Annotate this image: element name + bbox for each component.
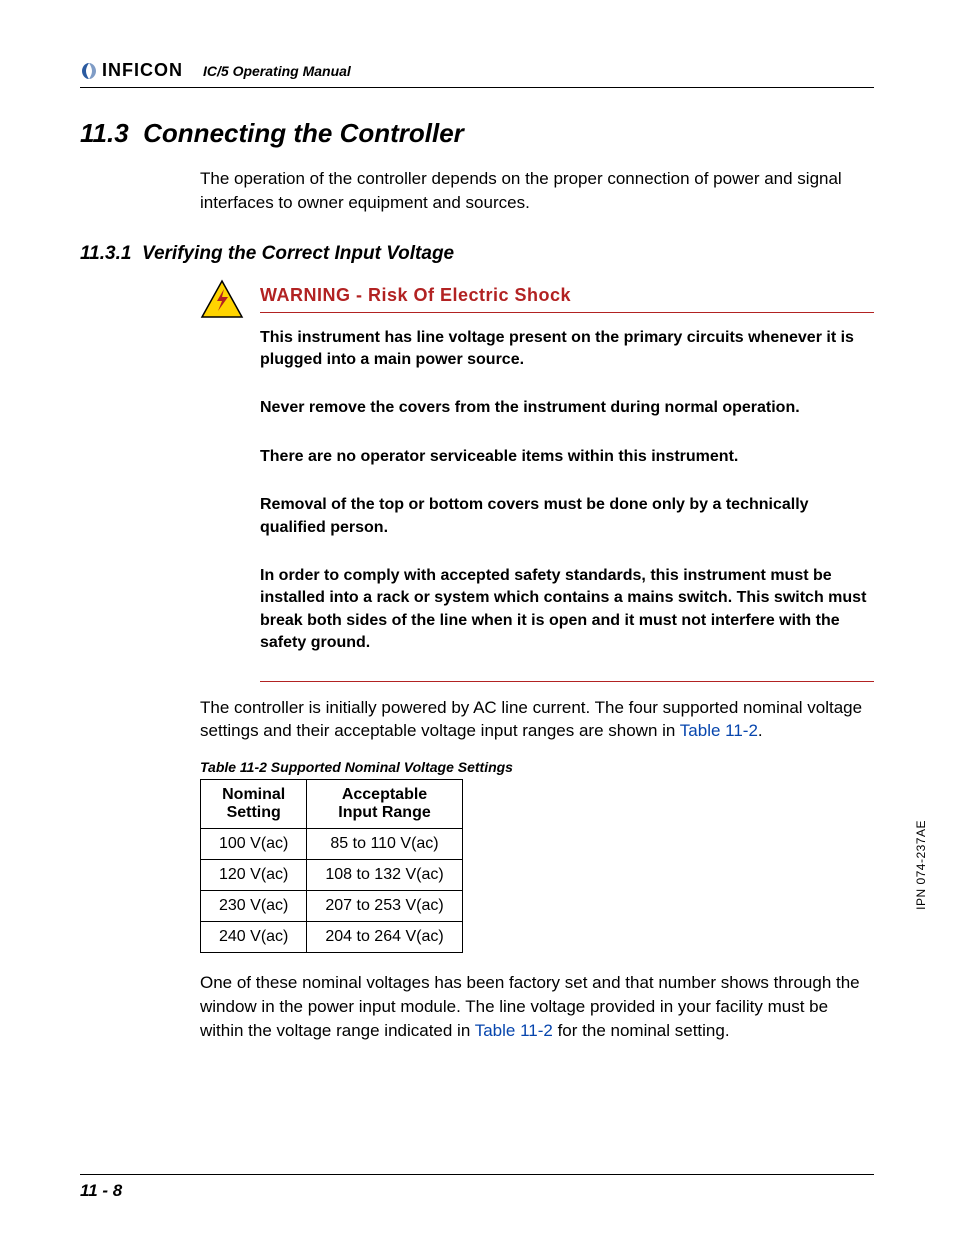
warning-paragraph: In order to comply with accepted safety … (260, 565, 874, 655)
post-warning-paragraph: The controller is initially powered by A… (200, 696, 874, 744)
voltage-table: Nominal Setting Acceptable Input Range 1… (200, 779, 463, 953)
brand-logo: INFICON (80, 60, 183, 81)
table-row: 100 V(ac) 85 to 110 V(ac) (201, 829, 463, 860)
warning-paragraph: Removal of the top or bottom covers must… (260, 494, 874, 539)
warning-paragraph: Never remove the covers from the instrum… (260, 397, 874, 419)
table-row: 240 V(ac) 204 to 264 V(ac) (201, 922, 463, 953)
warning-rule-top (260, 312, 874, 313)
table-row: 120 V(ac) 108 to 132 V(ac) (201, 860, 463, 891)
document-id: IPN 074-237AE (914, 820, 928, 910)
warning-block: WARNING - Risk Of Electric Shock This in… (200, 285, 874, 682)
col-range-header: Acceptable Input Range (307, 780, 462, 829)
brand-text: INFICON (102, 60, 183, 81)
after-table-paragraph: One of these nominal voltages has been f… (200, 971, 874, 1042)
col-nominal-header: Nominal Setting (201, 780, 307, 829)
table-caption: Table 11-2 Supported Nominal Voltage Set… (200, 759, 874, 775)
shock-warning-icon (200, 279, 244, 324)
logo-icon (80, 62, 98, 80)
table-link[interactable]: Table 11-2 (475, 1021, 553, 1040)
page-number: 11 - 8 (80, 1181, 122, 1201)
manual-title: IC/5 Operating Manual (203, 63, 351, 81)
subsection-heading: 11.3.1 Verifying the Correct Input Volta… (80, 243, 874, 265)
warning-body: This instrument has line voltage present… (260, 327, 874, 655)
footer-rule (80, 1174, 874, 1175)
page-header: INFICON IC/5 Operating Manual (80, 60, 874, 88)
section-heading: 11.3 Connecting the Controller (80, 118, 874, 149)
table-row: 230 V(ac) 207 to 253 V(ac) (201, 891, 463, 922)
table-link[interactable]: Table 11-2 (680, 721, 758, 740)
section-intro: The operation of the controller depends … (200, 167, 874, 215)
table-header-row: Nominal Setting Acceptable Input Range (201, 780, 463, 829)
warning-paragraph: This instrument has line voltage present… (260, 327, 874, 372)
warning-title: WARNING - Risk Of Electric Shock (260, 285, 874, 306)
warning-paragraph: There are no operator serviceable items … (260, 446, 874, 468)
warning-rule-bottom (260, 681, 874, 682)
